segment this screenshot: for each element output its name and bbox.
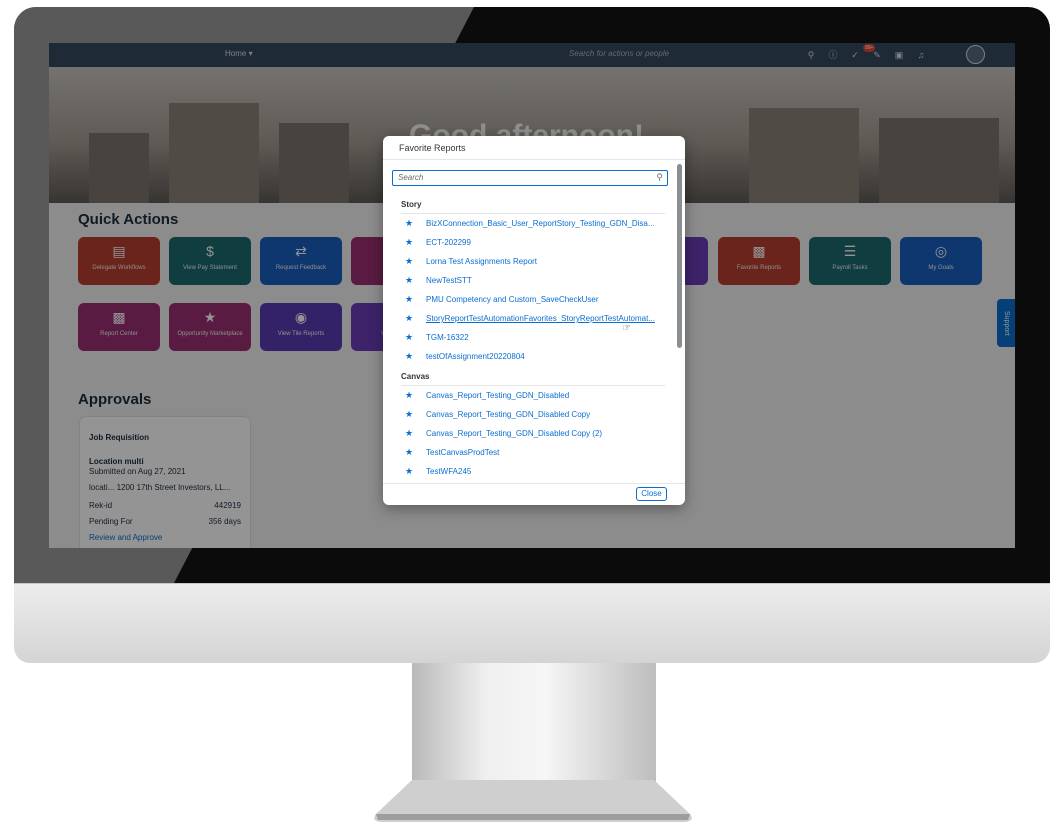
favorite-reports-dialog: Favorite Reports Search ⚲ Story ★ BizXCon… — [383, 136, 685, 505]
mockup-stage: Home ▾ Search for actions or people ⚲ ⓘ … — [0, 0, 1050, 829]
star-icon: ★ — [405, 428, 414, 438]
report-item[interactable]: ★ testOfAssignment20220804 — [405, 351, 667, 365]
star-icon: ★ — [405, 313, 414, 323]
report-item[interactable]: ★ ECT-202299 — [405, 237, 667, 251]
star-icon: ★ — [405, 275, 414, 285]
report-item[interactable]: ★ TestCanvasProdTest — [405, 447, 667, 461]
star-icon: ★ — [405, 390, 414, 400]
report-item[interactable]: ★ Lorna Test Assignments Report — [405, 256, 667, 270]
search-icon[interactable]: ⚲ — [656, 172, 663, 183]
star-icon: ★ — [405, 447, 414, 457]
hand-cursor-icon: ☞ — [622, 323, 631, 334]
report-item[interactable]: ★ Canvas_Report_Testing_GDN_Disabled Copy — [405, 409, 667, 423]
monitor-chin — [14, 583, 1050, 663]
star-icon: ★ — [405, 256, 414, 266]
star-icon: ★ — [405, 294, 414, 304]
group-divider — [401, 385, 665, 386]
report-item[interactable]: ★ Canvas_Report_Testing_GDN_Disabled — [405, 390, 667, 404]
star-icon: ★ — [405, 218, 414, 228]
dialog-scrollbar[interactable] — [677, 164, 682, 348]
report-item[interactable]: ★ TGM-16322 — [405, 332, 667, 346]
monitor-stand — [412, 663, 656, 783]
star-icon: ★ — [405, 237, 414, 247]
close-button[interactable]: Close — [636, 487, 667, 501]
dialog-divider — [383, 159, 685, 160]
dialog-title: Favorite Reports — [399, 143, 466, 153]
monitor-foot — [374, 780, 692, 822]
star-icon: ★ — [405, 332, 414, 342]
report-item[interactable]: ★ Canvas_Report_Testing_GDN_Disabled Copy… — [405, 428, 667, 442]
group-divider — [401, 213, 665, 214]
dialog-search-input[interactable]: Search ⚲ — [392, 170, 668, 186]
star-icon: ★ — [405, 466, 414, 476]
star-icon: ★ — [405, 409, 414, 419]
group-canvas: Canvas — [401, 372, 430, 381]
report-item[interactable]: ★ NewTestSTT — [405, 275, 667, 289]
star-icon: ★ — [405, 351, 414, 361]
group-story: Story — [401, 200, 422, 209]
report-item[interactable]: ★ BizXConnection_Basic_User_ReportStory_T… — [405, 218, 667, 232]
report-item[interactable]: ★ TestWFA245 — [405, 466, 667, 480]
report-item[interactable]: ★ PMU Competency and Custom_SaveCheckUser — [405, 294, 667, 308]
